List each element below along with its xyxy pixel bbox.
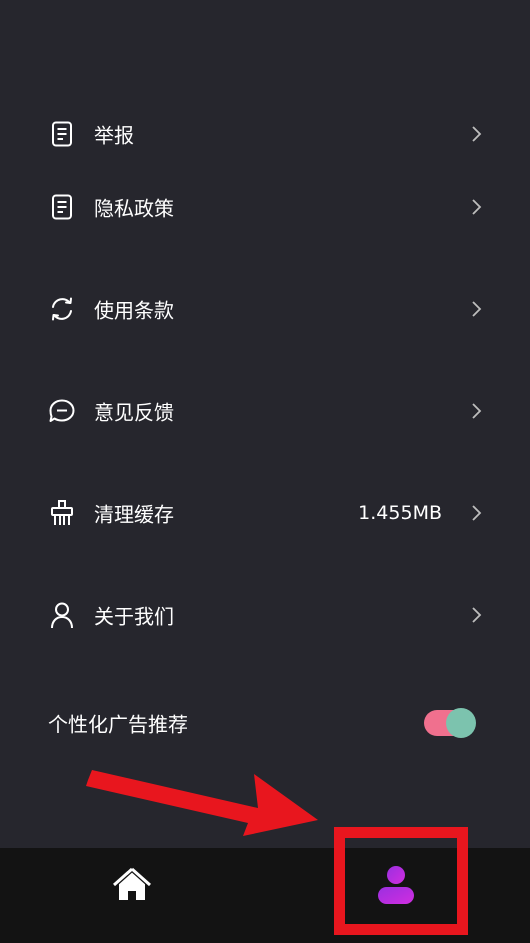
menu-item-report[interactable]: 举报 xyxy=(0,104,530,164)
toggle-knob xyxy=(446,708,476,738)
menu-item-about-us[interactable]: 关于我们 xyxy=(0,585,530,645)
chevron-right-icon xyxy=(469,198,483,216)
menu-item-label: 隐私政策 xyxy=(94,196,174,221)
person-icon xyxy=(48,601,76,629)
refresh-icon xyxy=(48,295,76,323)
menu-item-label: 使用条款 xyxy=(94,298,174,323)
home-icon xyxy=(112,867,152,910)
menu-item-privacy-policy[interactable]: 隐私政策 xyxy=(0,177,530,237)
menu-item-label: 意见反馈 xyxy=(94,400,174,425)
menu-item-feedback[interactable]: 意见反馈 xyxy=(0,381,530,441)
highlight-box xyxy=(334,827,468,935)
menu-item-clear-cache[interactable]: 清理缓存 1.455MB xyxy=(0,483,530,543)
chevron-right-icon xyxy=(469,606,483,624)
personalized-ad-label: 个性化广告推荐 xyxy=(48,712,188,737)
menu-item-label: 关于我们 xyxy=(94,604,174,629)
chevron-right-icon xyxy=(469,300,483,318)
broom-icon xyxy=(48,499,76,527)
nav-home-button[interactable] xyxy=(112,866,152,906)
menu-item-label: 清理缓存 xyxy=(94,502,174,527)
document-icon xyxy=(48,193,76,221)
chevron-right-icon xyxy=(469,504,483,522)
menu-item-terms-of-use[interactable]: 使用条款 xyxy=(0,279,530,339)
personalized-ad-toggle[interactable] xyxy=(424,707,478,739)
cache-size-value: 1.455MB xyxy=(358,502,442,524)
document-icon xyxy=(48,120,76,148)
chevron-right-icon xyxy=(469,402,483,420)
chat-bubble-icon xyxy=(48,397,76,425)
chevron-right-icon xyxy=(469,125,483,143)
menu-item-label: 举报 xyxy=(94,123,134,148)
